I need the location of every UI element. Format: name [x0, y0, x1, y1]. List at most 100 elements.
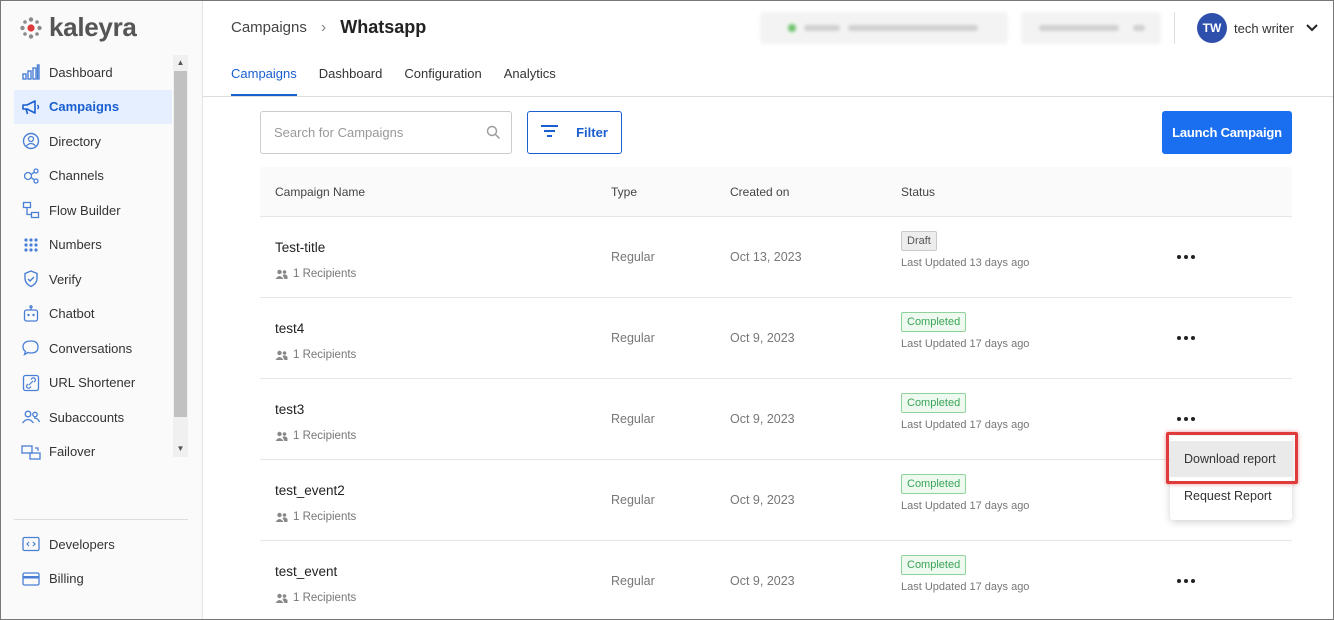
campaign-type: Regular	[611, 574, 655, 588]
campaign-name[interactable]: test4	[275, 321, 304, 336]
tab-configuration[interactable]: Configuration	[404, 66, 481, 96]
sidebar-item-chatbot[interactable]: Chatbot	[14, 297, 172, 332]
sidebar-item-url-shortener[interactable]: URL Shortener	[14, 366, 172, 401]
table-row[interactable]: test3 1 Recipients Regular Oct 9, 2023 C…	[260, 379, 1292, 460]
status-dot-icon	[788, 24, 796, 32]
redacted-text	[804, 25, 840, 31]
sidebar-item-label: Conversations	[49, 340, 133, 356]
sidebar-item-campaigns[interactable]: Campaigns	[14, 89, 172, 124]
status-badge: Completed	[901, 312, 967, 332]
sidebar-item-directory[interactable]: Directory	[14, 124, 172, 159]
breadcrumb-parent-link[interactable]: Campaigns	[231, 19, 307, 36]
tab-analytics[interactable]: Analytics	[504, 66, 556, 96]
sidebar-divider	[14, 519, 188, 520]
search-box	[260, 111, 512, 154]
campaign-type: Regular	[611, 493, 655, 507]
more-options-icon[interactable]	[1172, 326, 1200, 350]
scroll-down-arrow-icon[interactable]: ▼	[173, 442, 188, 456]
created-date: Oct 9, 2023	[730, 493, 795, 507]
campaign-name[interactable]: Test-title	[275, 240, 325, 255]
sidebar-scrollbar[interactable]: ▲ ▼	[173, 55, 188, 457]
sidebar-item-billing[interactable]: Billing	[14, 562, 172, 597]
tab-dashboard[interactable]: Dashboard	[319, 66, 383, 96]
row-actions-menu: Download report Request Report	[1170, 436, 1292, 520]
created-date: Oct 9, 2023	[730, 331, 795, 345]
table-row[interactable]: test_event2 1 Recipients Regular Oct 9, …	[260, 460, 1292, 541]
more-options-icon[interactable]	[1172, 407, 1200, 431]
page-header: Campaigns › Whatsapp TW tech writer Camp…	[203, 0, 1334, 97]
megaphone-icon	[21, 98, 41, 116]
recipients-label: 1 Recipients	[293, 430, 357, 442]
sidebar-bottom-nav: Developers Billing	[14, 527, 172, 596]
campaign-name[interactable]: test3	[275, 402, 304, 417]
column-header-status: Status	[901, 185, 936, 199]
sidebar-item-flow-builder[interactable]: Flow Builder	[14, 193, 172, 228]
sidebar-item-label: Flow Builder	[49, 202, 121, 218]
card-icon	[21, 570, 41, 588]
created-date: Oct 13, 2023	[730, 250, 802, 264]
scroll-up-arrow-icon[interactable]: ▲	[173, 56, 188, 70]
sidebar-nav: Dashboard Campaigns Directory Channels F…	[14, 55, 172, 469]
people-icon	[275, 269, 288, 279]
scrollbar-thumb[interactable]	[174, 71, 187, 417]
recipients-label: 1 Recipients	[293, 511, 357, 523]
sidebar-item-developers[interactable]: Developers	[14, 527, 172, 562]
page-title: Whatsapp	[340, 17, 427, 37]
avatar: TW	[1197, 13, 1227, 43]
more-options-icon[interactable]	[1172, 245, 1200, 269]
download-report-menu-item[interactable]: Download report	[1170, 441, 1292, 477]
recipients-count: 1 Recipients	[275, 268, 356, 280]
people-icon	[21, 408, 41, 426]
column-header-type: Type	[611, 185, 638, 199]
account-selector-redacted[interactable]	[760, 12, 1008, 44]
sidebar-item-conversations[interactable]: Conversations	[14, 331, 172, 366]
status-badge: Completed	[901, 393, 967, 413]
sidebar-item-label: Subaccounts	[49, 409, 125, 425]
tab-campaigns[interactable]: Campaigns	[231, 66, 297, 96]
sidebar-item-numbers[interactable]: Numbers	[14, 228, 172, 263]
sidebar-item-label: Failover	[49, 444, 96, 460]
recipients-count: 1 Recipients	[275, 511, 356, 523]
sidebar-item-label: URL Shortener	[49, 375, 136, 391]
campaign-name[interactable]: test_event	[275, 564, 337, 579]
sidebar-item-label: Dashboard	[49, 64, 113, 80]
code-icon	[21, 535, 41, 553]
campaigns-table: Campaign Name Type Created on Status Tes…	[260, 167, 1292, 620]
chevron-right-icon: ›	[320, 18, 327, 36]
sidebar-item-verify[interactable]: Verify	[14, 262, 172, 297]
sidebar: kaleyra Dashboard Campaigns Directory Ch…	[0, 0, 203, 620]
search-icon[interactable]	[486, 125, 501, 145]
request-report-menu-item[interactable]: Request Report	[1170, 478, 1292, 514]
contact-icon	[21, 132, 41, 150]
people-icon	[275, 512, 288, 522]
table-row[interactable]: test4 1 Recipients Regular Oct 9, 2023 C…	[260, 298, 1292, 379]
recipients-label: 1 Recipients	[293, 349, 357, 361]
launch-campaign-button[interactable]: Launch Campaign	[1162, 111, 1292, 154]
sidebar-item-failover[interactable]: Failover	[14, 435, 172, 470]
campaign-name[interactable]: test_event2	[275, 483, 345, 498]
filter-button[interactable]: Filter	[527, 111, 622, 154]
people-icon	[275, 350, 288, 360]
sidebar-item-subaccounts[interactable]: Subaccounts	[14, 400, 172, 435]
table-header: Campaign Name Type Created on Status	[260, 167, 1292, 217]
campaign-type: Regular	[611, 250, 655, 264]
table-row[interactable]: Test-title 1 Recipients Regular Oct 13, …	[260, 217, 1292, 298]
kaleyra-logo[interactable]: kaleyra	[20, 12, 137, 43]
more-options-icon[interactable]	[1172, 569, 1200, 593]
filter-icon	[541, 125, 559, 140]
search-input[interactable]	[261, 112, 471, 153]
table-row[interactable]: test_event 1 Recipients Regular Oct 9, 2…	[260, 541, 1292, 620]
recipients-count: 1 Recipients	[275, 430, 356, 442]
sidebar-item-label: Verify	[49, 271, 82, 287]
sidebar-item-dashboard[interactable]: Dashboard	[14, 55, 172, 90]
filter-label: Filter	[576, 125, 608, 140]
last-updated: Last Updated 17 days ago	[901, 500, 1030, 512]
status-badge: Completed	[901, 555, 967, 575]
last-updated: Last Updated 17 days ago	[901, 338, 1030, 350]
sidebar-item-channels[interactable]: Channels	[14, 159, 172, 194]
column-header-created-on: Created on	[730, 185, 790, 199]
last-updated: Last Updated 17 days ago	[901, 581, 1030, 593]
recipients-label: 1 Recipients	[293, 268, 357, 280]
recipients-count: 1 Recipients	[275, 592, 356, 604]
user-menu[interactable]: TW tech writer	[1197, 13, 1318, 43]
